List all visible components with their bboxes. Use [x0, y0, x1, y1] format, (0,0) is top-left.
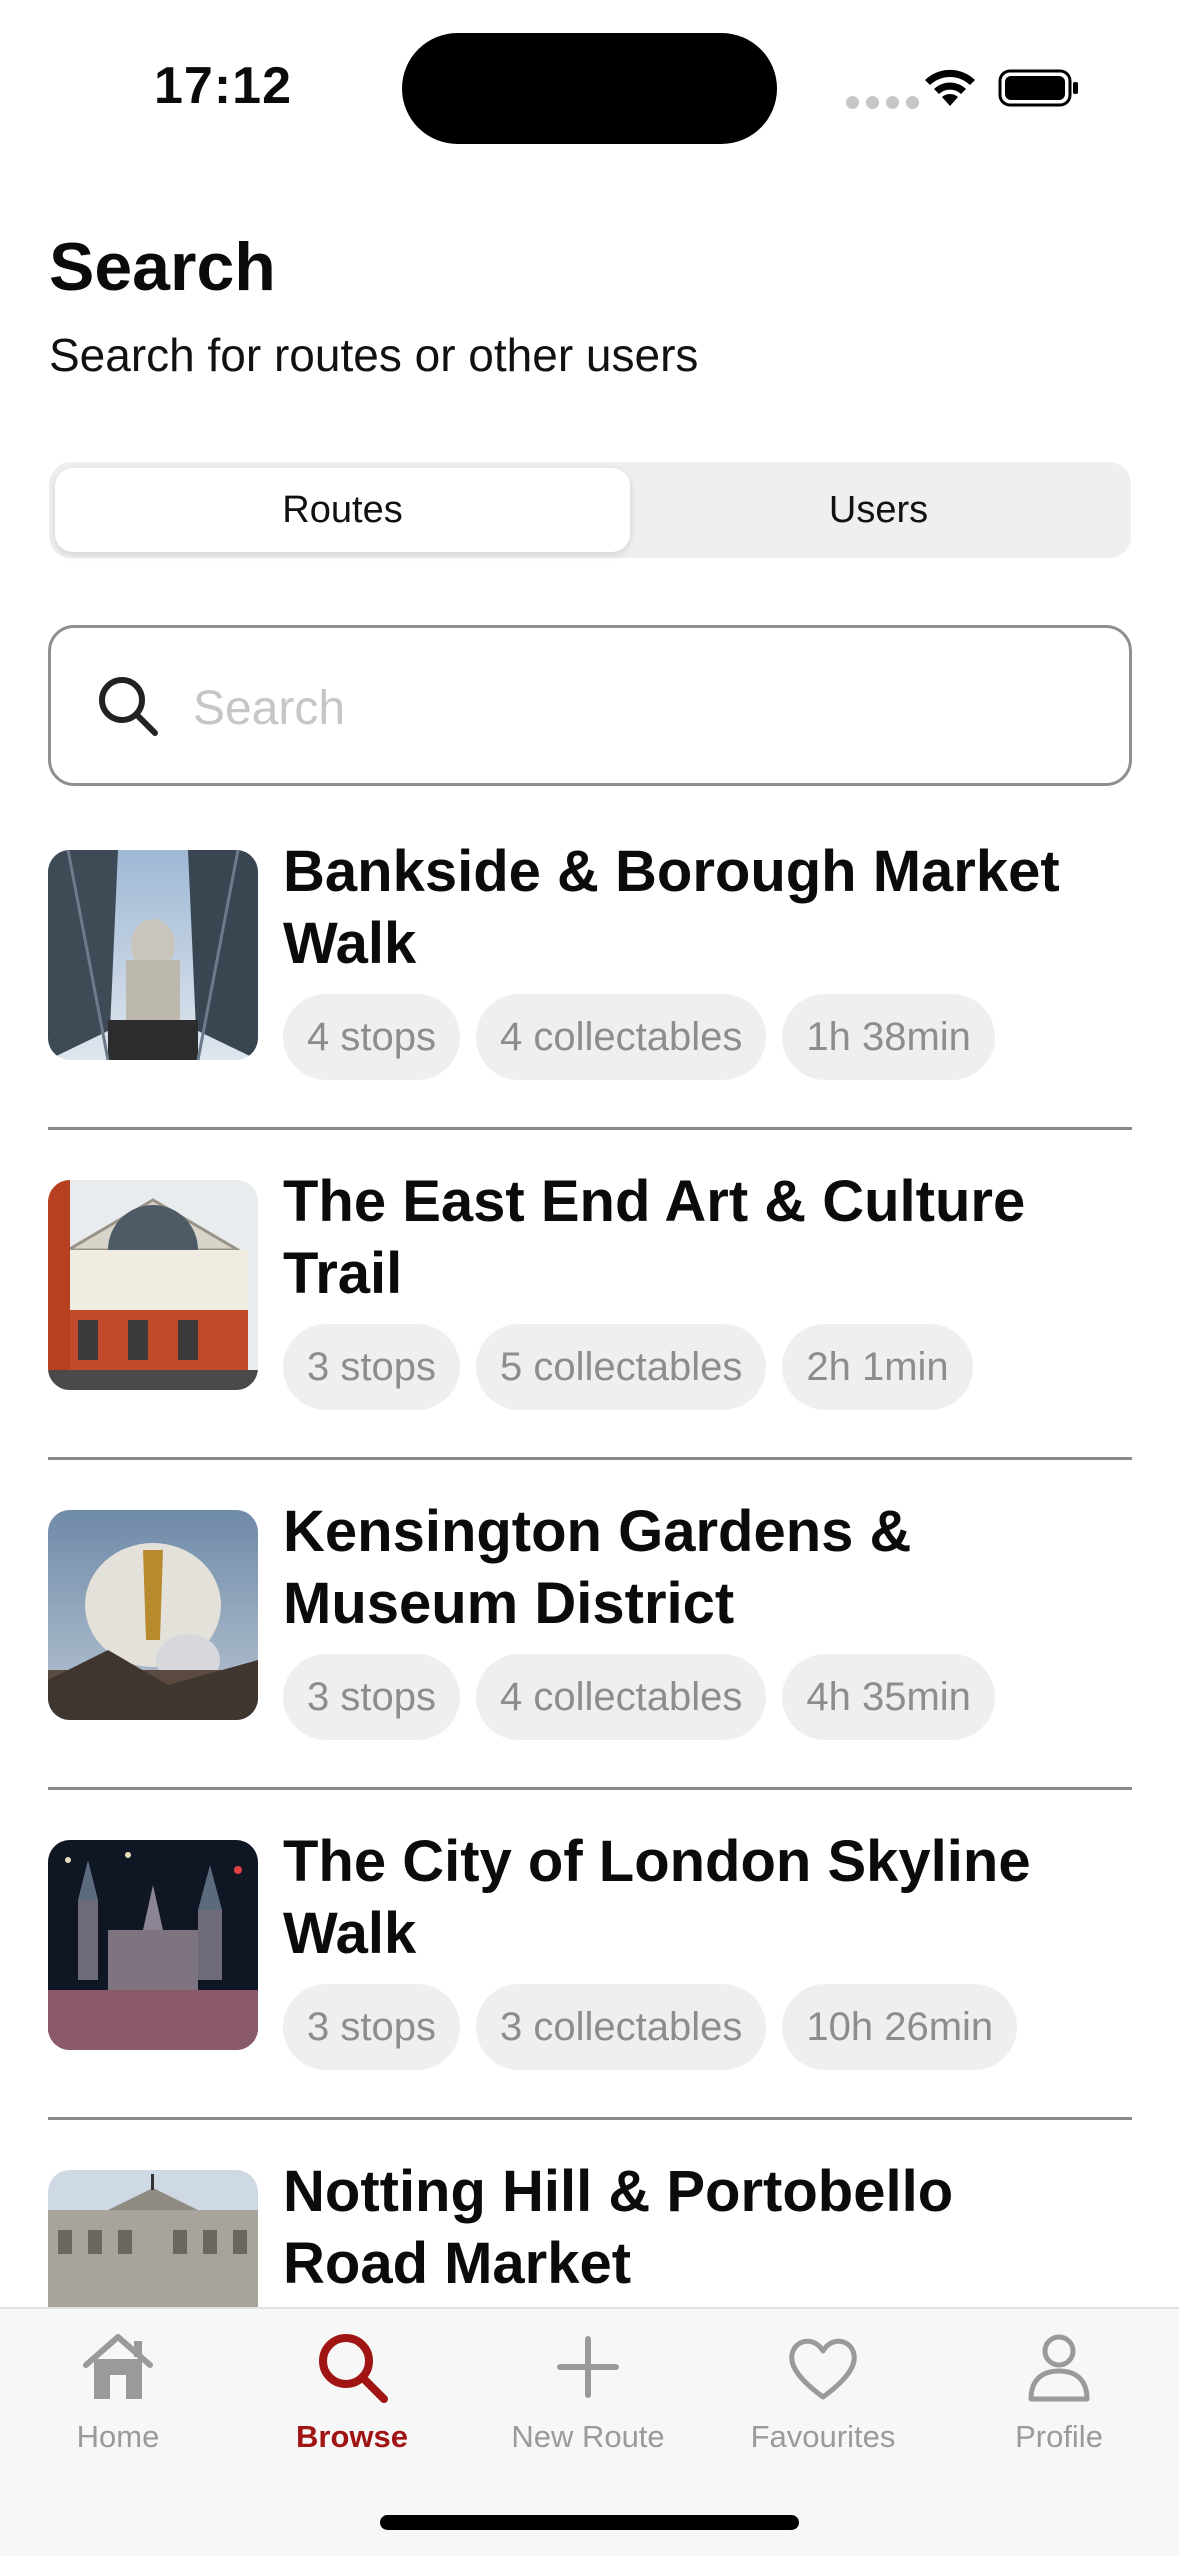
duration-chip: 1h 38min [782, 994, 995, 1080]
route-item[interactable]: The City of London Skyline Walk 3 stops … [48, 1790, 1132, 2120]
tab-home[interactable]: Home [18, 2327, 218, 2487]
segment-routes[interactable]: Routes [55, 468, 630, 552]
tab-new-route[interactable]: New Route [488, 2327, 688, 2487]
tab-label: Favourites [750, 2419, 896, 2454]
tab-label: Home [76, 2419, 160, 2454]
cellular-signal-icon [846, 96, 919, 109]
search-icon [319, 2334, 388, 2403]
search-icon [99, 677, 158, 736]
collectables-chip: 4 collectables [475, 1654, 767, 1740]
route-item[interactable]: Bankside & Borough Market Walk 4 stops 4… [48, 800, 1132, 1130]
duration-chip: 10h 26min [782, 1984, 1018, 2070]
heart-icon [789, 2338, 857, 2400]
search-box[interactable] [48, 625, 1132, 786]
route-stats: 3 stops 3 collectables 10h 26min [283, 1984, 1018, 2070]
plus-icon [557, 2336, 619, 2398]
route-title: Bankside & Borough Market Walk [283, 839, 1060, 976]
route-item[interactable]: Kensington Gardens & Museum District 3 s… [48, 1460, 1132, 1790]
segment-users[interactable]: Users [632, 468, 1125, 552]
duration-chip: 4h 35min [782, 1654, 995, 1740]
tab-label: Browse [296, 2419, 408, 2454]
person-icon [1028, 2334, 1090, 2402]
route-title: The East End Art & Culture Trail [283, 1169, 1026, 1306]
stops-chip: 3 stops [283, 1654, 460, 1740]
route-item[interactable]: The East End Art & Culture Trail 3 stops… [48, 1130, 1132, 1460]
house-icon [83, 2334, 153, 2399]
stops-chip: 3 stops [283, 1324, 460, 1410]
route-thumbnail [48, 850, 258, 1060]
route-title: The City of London Skyline Walk [283, 1829, 1031, 1966]
route-stats: 4 stops 4 collectables 1h 38min [283, 994, 995, 1080]
tab-favourites[interactable]: Favourites [723, 2327, 923, 2487]
page-subtitle: Search for routes or other users [49, 329, 699, 381]
home-indicator[interactable] [380, 2515, 799, 2530]
battery-icon [998, 69, 1078, 107]
tab-profile[interactable]: Profile [959, 2327, 1159, 2487]
status-time: 17:12 [154, 57, 292, 115]
tab-label: New Route [511, 2419, 665, 2454]
status-bar: 17:12 [0, 0, 1179, 150]
tab-label: Profile [1015, 2419, 1103, 2454]
route-title: Notting Hill & Portobello Road Market [283, 2159, 954, 2296]
dynamic-island [402, 33, 777, 144]
duration-chip: 2h 1min [782, 1324, 973, 1410]
collectables-chip: 4 collectables [475, 994, 767, 1080]
route-stats: 3 stops 4 collectables 4h 35min [283, 1654, 995, 1740]
stops-chip: 3 stops [283, 1984, 460, 2070]
tab-browse[interactable]: Browse [252, 2327, 452, 2487]
stops-chip: 4 stops [283, 994, 460, 1080]
search-screen: 17:12 Search Search for routes or other … [0, 0, 1179, 2556]
route-thumbnail [48, 1840, 258, 2050]
route-thumbnail [48, 1510, 258, 1720]
route-thumbnail [48, 1180, 258, 1390]
wifi-icon [925, 69, 975, 106]
page-title: Search [49, 229, 276, 305]
route-stats: 3 stops 5 collectables 2h 1min [283, 1324, 973, 1410]
search-input[interactable] [193, 668, 1073, 748]
collectables-chip: 5 collectables [475, 1324, 767, 1410]
route-title: Kensington Gardens & Museum District [283, 1499, 912, 1636]
collectables-chip: 3 collectables [475, 1984, 767, 2070]
routes-users-segmented-control: Routes Users [49, 462, 1131, 558]
